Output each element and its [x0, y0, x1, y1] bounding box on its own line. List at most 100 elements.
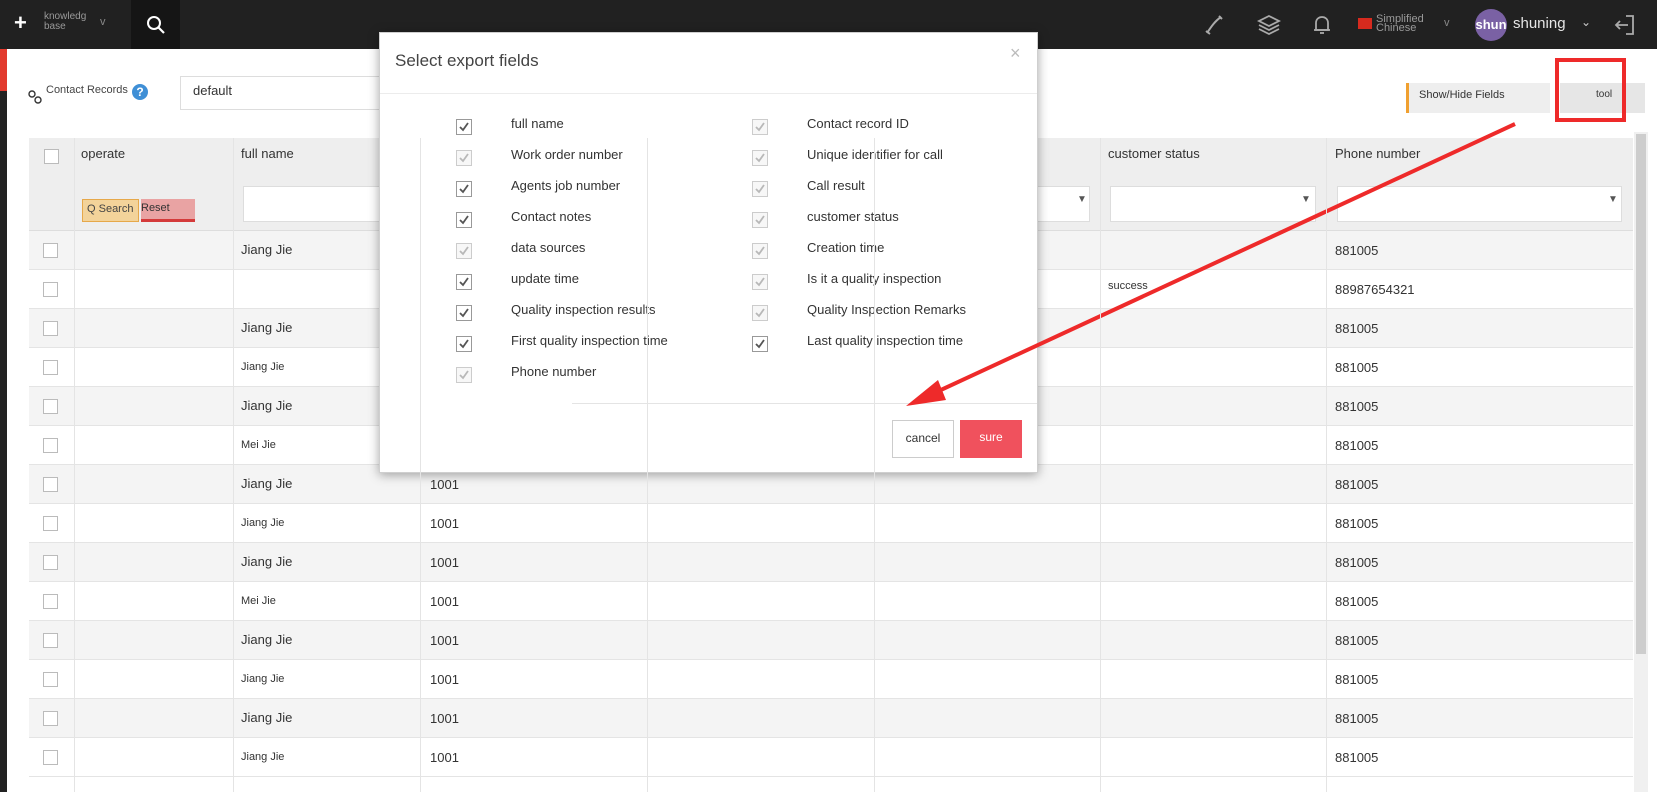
reset-button[interactable]: Reset — [141, 199, 195, 222]
chevron-down-icon[interactable]: v — [1444, 17, 1450, 29]
customer-status-filter[interactable] — [1110, 186, 1316, 222]
phone-number-cell: 881005 — [1335, 672, 1379, 687]
row-checkbox[interactable] — [43, 594, 58, 609]
left-sidebar-strip — [0, 49, 7, 792]
row-checkbox[interactable] — [43, 711, 58, 726]
table-row[interactable]: Jiang Jie 1001 881005 — [29, 504, 1633, 543]
username[interactable]: shuning — [1513, 15, 1566, 32]
full-name-cell: Jiang Jie — [241, 398, 293, 413]
customer-status-cell: success — [1108, 280, 1148, 292]
sidebar-active-marker — [0, 49, 7, 91]
column-divider — [233, 138, 234, 792]
dialog-title: Select export fields — [395, 51, 539, 70]
field-label: Contact record ID — [807, 116, 909, 131]
field-checkbox — [752, 274, 768, 290]
job-number-cell: 1001 — [430, 555, 459, 570]
row-checkbox[interactable] — [43, 555, 58, 570]
full-name-cell: Mei Jie — [241, 595, 276, 607]
logout-icon[interactable] — [1612, 12, 1638, 38]
avatar[interactable]: shun — [1475, 9, 1507, 41]
field-checkbox — [456, 243, 472, 259]
field-checkbox[interactable] — [456, 336, 472, 352]
help-icon[interactable]: ? — [132, 84, 148, 100]
full-name-cell: Jiang Jie — [241, 710, 293, 725]
divider — [572, 403, 1037, 404]
row-checkbox[interactable] — [43, 399, 58, 414]
job-number-cell: 1001 — [430, 750, 459, 765]
header-phone-number: Phone number — [1335, 146, 1421, 161]
phone-icon[interactable] — [1201, 12, 1227, 38]
column-divider — [1100, 138, 1101, 792]
show-hide-fields-button[interactable]: Show/Hide Fields — [1406, 83, 1550, 113]
table-row[interactable]: Jiang Jie 1001 881005 — [29, 621, 1633, 660]
row-checkbox[interactable] — [43, 516, 58, 531]
column-divider — [420, 138, 421, 792]
field-checkbox[interactable] — [456, 274, 472, 290]
table-row[interactable]: Jiang Jie 1001 881005 — [29, 660, 1633, 699]
add-icon[interactable]: + — [14, 10, 27, 36]
phone-number-cell: 881005 — [1335, 360, 1379, 375]
field-label: Quality inspection results — [511, 302, 656, 317]
annotation-highlight-box — [1555, 58, 1626, 122]
job-number-cell: 1001 — [430, 711, 459, 726]
row-checkbox[interactable] — [43, 438, 58, 453]
search-icon — [147, 16, 165, 34]
field-label: full name — [511, 116, 564, 131]
full-name-cell: Mei Jie — [241, 439, 276, 451]
column-divider — [1326, 138, 1327, 792]
chevron-down-icon[interactable]: v — [100, 16, 106, 28]
field-checkbox[interactable] — [456, 305, 472, 321]
row-checkbox[interactable] — [43, 321, 58, 336]
phone-number-cell: 881005 — [1335, 438, 1379, 453]
bell-icon[interactable] — [1309, 12, 1335, 38]
cancel-button[interactable]: cancel — [892, 420, 954, 458]
field-checkbox — [752, 243, 768, 259]
view-select[interactable]: default — [180, 76, 380, 110]
full-name-filter[interactable] — [243, 186, 383, 222]
knowledge-base-menu[interactable]: knowledg base — [44, 12, 94, 32]
field-checkbox[interactable] — [456, 119, 472, 135]
link-icon — [28, 90, 42, 104]
quick-search-button[interactable]: Q Search — [82, 199, 139, 222]
field-checkbox[interactable] — [752, 336, 768, 352]
row-checkbox[interactable] — [43, 633, 58, 648]
row-checkbox[interactable] — [43, 282, 58, 297]
field-label: Last quality inspection time — [807, 333, 964, 348]
table-row[interactable]: Jiang Jie 1001 881005 — [29, 738, 1633, 777]
table-row[interactable]: Jiang Jie 1001 881005 — [29, 699, 1633, 738]
field-checkbox — [456, 367, 472, 383]
field-label: Quality Inspection Remarks — [807, 302, 966, 317]
field-label: customer status — [807, 209, 899, 224]
row-checkbox[interactable] — [43, 672, 58, 687]
row-checkbox[interactable] — [43, 243, 58, 258]
row-checkbox[interactable] — [43, 750, 58, 765]
sure-button[interactable]: sure — [960, 420, 1022, 458]
phone-number-cell: 881005 — [1335, 711, 1379, 726]
column-divider — [874, 138, 875, 792]
phone-number-cell: 881005 — [1335, 633, 1379, 648]
table-row[interactable]: Jiang Jie 1001 881005 — [29, 543, 1633, 582]
phone-number-cell: 881005 — [1335, 399, 1379, 414]
table-row[interactable]: Mei Jie 1001 881005 — [29, 582, 1633, 621]
column-divider — [647, 138, 648, 792]
field-label: Agents job number — [511, 178, 621, 193]
layers-icon[interactable] — [1256, 12, 1282, 38]
field-checkbox — [752, 181, 768, 197]
row-checkbox[interactable] — [43, 477, 58, 492]
language-selector[interactable]: Simplified Chinese — [1376, 14, 1436, 34]
phone-number-filter[interactable] — [1337, 186, 1622, 222]
select-all-checkbox[interactable] — [44, 149, 59, 164]
header-operate: operate — [81, 146, 126, 161]
phone-number-cell: 881005 — [1335, 516, 1379, 531]
row-checkbox[interactable] — [43, 360, 58, 375]
scrollbar-thumb[interactable] — [1636, 134, 1646, 654]
full-name-cell: Jiang Jie — [241, 476, 293, 491]
field-checkbox[interactable] — [456, 181, 472, 197]
field-checkbox — [752, 119, 768, 135]
phone-number-cell: 881005 — [1335, 477, 1379, 492]
search-button[interactable] — [131, 0, 180, 49]
chevron-down-icon[interactable]: ⌄ — [1581, 15, 1591, 29]
close-icon[interactable]: × — [1010, 43, 1021, 64]
contact-records-label: Contact Records — [46, 84, 128, 96]
field-checkbox[interactable] — [456, 212, 472, 228]
